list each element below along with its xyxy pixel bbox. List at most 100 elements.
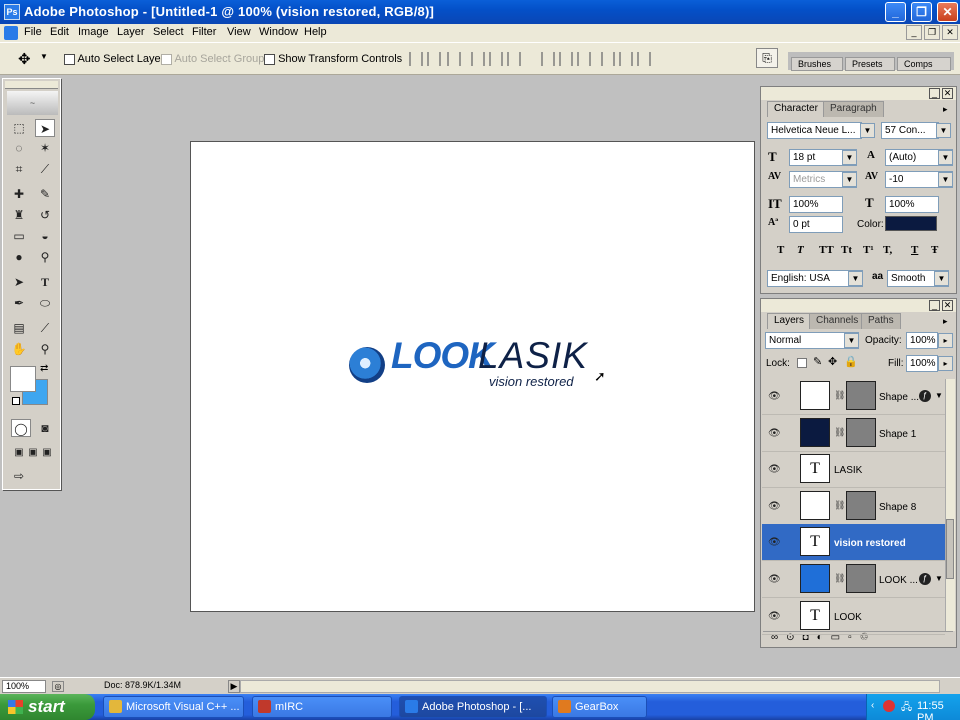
lock-pixels-icon[interactable]: ✎ [813, 355, 822, 368]
eye-icon[interactable]: 👁 [768, 537, 781, 548]
chevron-down-icon[interactable]: ▼ [938, 150, 953, 165]
swap-colors-icon[interactable]: ⇄ [40, 363, 48, 374]
jump-to-imageready-icon[interactable]: ⇨ [9, 467, 29, 485]
underline-button[interactable]: T [911, 244, 918, 256]
align-left-icon[interactable] [471, 52, 485, 66]
all-caps-button[interactable]: TT [819, 244, 834, 256]
layer-thumbnail[interactable] [800, 417, 830, 447]
layer-name[interactable]: Shape 1 [879, 429, 916, 440]
palette-menu-icon[interactable]: ▸ [943, 104, 948, 115]
chevron-down-icon[interactable]: ▼ [842, 150, 857, 165]
layer-effects-icon[interactable]: ƒ [919, 573, 931, 585]
move-tool-icon[interactable]: ➤ [35, 119, 55, 137]
vertical-scale-field[interactable]: 100% [789, 196, 843, 213]
taskbar-button[interactable]: mIRC [252, 696, 392, 718]
hand-tool-icon[interactable]: ✋ [9, 340, 29, 358]
menu-help[interactable]: Help [304, 26, 327, 38]
layer-thumbnail[interactable] [800, 490, 830, 520]
baseline-shift-field[interactable]: 0 pt [789, 216, 843, 233]
status-info-icon[interactable]: ◎ [52, 681, 64, 692]
type-tool-icon[interactable]: T [35, 273, 55, 291]
distribute-right-icon[interactable] [637, 52, 651, 66]
distribute-left-icon[interactable] [601, 52, 615, 66]
dodge-tool-icon[interactable]: ⚲ [35, 248, 55, 266]
font-style-select[interactable]: 57 Con... [881, 122, 939, 139]
eye-icon[interactable]: 👁 [768, 464, 781, 475]
layer-name[interactable]: LOOK [834, 612, 862, 623]
fill-field[interactable]: 100% [906, 355, 938, 372]
paint-bucket-icon[interactable]: ◒ [35, 227, 55, 245]
lock-all-icon[interactable]: 🔒 [844, 355, 858, 368]
menu-file[interactable]: File [24, 26, 42, 38]
menu-select[interactable]: Select [153, 26, 184, 38]
menu-view[interactable]: View [227, 26, 251, 38]
text-layer-icon[interactable]: T [800, 527, 830, 557]
eraser-tool-icon[interactable]: ▭ [9, 227, 29, 245]
align-horizontal-center-icon[interactable] [489, 52, 503, 66]
doc-minimize-button[interactable]: _ [906, 25, 922, 40]
horizontal-scrollbar[interactable] [240, 680, 940, 693]
auto-select-groups-checkbox[interactable]: Auto Select Groups [161, 53, 270, 65]
character-palette-titlebar[interactable] [761, 87, 956, 100]
chevron-down-icon[interactable]: ▼ [848, 271, 863, 286]
text-layer-icon[interactable]: T [800, 454, 830, 484]
chevron-down-icon[interactable]: ▼ [938, 172, 953, 187]
lock-position-icon[interactable]: ✥ [828, 355, 837, 368]
menu-image[interactable]: Image [78, 26, 109, 38]
toolbox-grip[interactable] [5, 81, 58, 89]
superscript-button[interactable]: T¹ [863, 244, 874, 256]
link-icon[interactable]: ⛓ [834, 427, 845, 438]
restore-button[interactable]: ❐ [911, 2, 932, 22]
layer-thumbnail[interactable] [800, 564, 830, 593]
tab-paragraph[interactable]: Paragraph [823, 101, 884, 117]
eyedropper-icon[interactable]: ⟋ [35, 319, 55, 337]
font-family-select[interactable]: Helvetica Neue L... [767, 122, 862, 139]
horizontal-scale-field[interactable]: 100% [885, 196, 939, 213]
start-button[interactable]: start [0, 694, 95, 720]
subscript-button[interactable]: T, [883, 244, 892, 256]
notes-tool-icon[interactable]: ▤ [9, 319, 29, 337]
doc-restore-button[interactable]: ❐ [924, 25, 940, 40]
taskbar-button[interactable]: Microsoft Visual C++ ... [103, 696, 244, 718]
tray-app-icon[interactable] [883, 700, 895, 712]
photoshop-app-icon[interactable]: Ps [4, 4, 20, 20]
chevron-down-icon[interactable]: ▼ [40, 52, 48, 61]
zoom-tool-icon[interactable]: ⚲ [35, 340, 55, 358]
auto-select-layer-checkbox[interactable]: Auto Select Layer [64, 53, 164, 65]
clone-stamp-icon[interactable]: ♜ [9, 206, 29, 224]
character-palette-minimize-icon[interactable]: _ [929, 88, 940, 99]
foreground-color-front[interactable] [10, 366, 36, 392]
layer-row[interactable]: 👁 T LOOK [762, 598, 945, 635]
chevron-down-icon[interactable]: ▼ [842, 172, 857, 187]
zoom-field[interactable]: 100% [2, 680, 46, 693]
chevron-down-icon[interactable]: ▼ [934, 271, 949, 286]
chevron-right-icon[interactable]: ▸ [938, 356, 953, 371]
minimize-button[interactable]: _ [885, 2, 906, 22]
eye-icon[interactable]: 👁 [768, 611, 781, 622]
align-vertical-center-icon[interactable] [427, 52, 441, 66]
taskbar-button[interactable]: GearBox [552, 696, 647, 718]
layer-row[interactable]: 👁 Tvision restored [762, 524, 945, 562]
layer-row[interactable]: 👁 ⛓ Shape 1 [762, 415, 945, 452]
well-tab-brushes[interactable]: Brushes [791, 57, 843, 71]
distribute-hcenter-icon[interactable] [619, 52, 633, 66]
text-color-swatch[interactable] [885, 216, 937, 231]
text-layer-icon[interactable]: T [800, 600, 830, 630]
vector-mask-thumbnail[interactable] [846, 564, 876, 593]
close-button[interactable]: ✕ [937, 2, 958, 22]
feather-logo-icon[interactable]: ~ [7, 91, 58, 115]
marquee-tool-icon[interactable]: ⬚ [9, 119, 29, 137]
file-browser-icon[interactable]: ⎘ [756, 48, 778, 68]
align-bottom-icon[interactable] [447, 52, 461, 66]
layer-effects-icon[interactable]: ƒ [919, 390, 931, 402]
align-top-icon[interactable] [409, 52, 423, 66]
history-brush-icon[interactable]: ↺ [35, 206, 55, 224]
layer-name[interactable]: LASIK [834, 465, 862, 476]
path-selection-icon[interactable]: ➤ [9, 273, 29, 291]
vector-mask-thumbnail[interactable] [846, 417, 876, 447]
healing-brush-icon[interactable]: ✚ [9, 185, 29, 203]
faux-italic-button[interactable]: T [797, 244, 804, 256]
distribute-bottom-icon[interactable] [577, 52, 591, 66]
default-colors-icon[interactable] [12, 397, 20, 405]
pen-tool-icon[interactable]: ✒ [9, 294, 29, 312]
